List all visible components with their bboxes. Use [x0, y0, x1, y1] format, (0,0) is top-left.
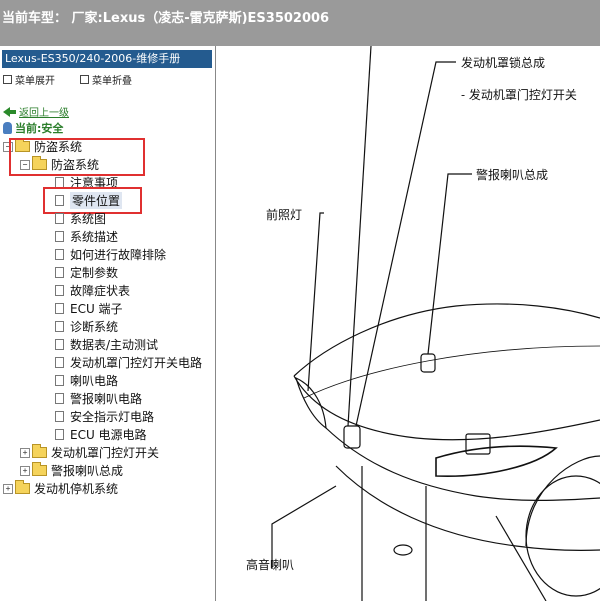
diagram-pane: 发动机罩锁总成 - 发动机罩门控灯开关 警报喇叭总成 前照灯 高音喇叭 — [216, 46, 600, 601]
parts-location-diagram — [271, 46, 600, 601]
tree-node-alarm-horn[interactable]: + 警报喇叭总成 — [20, 462, 123, 479]
hood-lock-leader — [347, 46, 372, 427]
label-headlight: 前照灯 — [266, 208, 303, 222]
document-icon — [55, 249, 64, 260]
tree-item-hood-switch-circuit[interactable]: 发动机罩门控灯开关电路 — [55, 354, 202, 371]
tree-item-label: 系统图 — [70, 212, 107, 226]
tree-item-label: 数据表/主动测试 — [70, 338, 159, 352]
tree-node-hood-switch[interactable]: + 发动机罩门控灯开关 — [20, 444, 159, 461]
right-headlight-shape — [435, 445, 558, 478]
expand-label: 菜单展开 — [15, 76, 55, 87]
tree-item-security-indicator[interactable]: 安全指示灯电路 — [55, 408, 154, 425]
tree-item-system-description[interactable]: 系统描述 — [55, 228, 118, 245]
tree-item-label: 定制参数 — [70, 266, 119, 280]
fog-lamp-shape — [393, 544, 413, 556]
document-icon — [55, 375, 64, 386]
document-icon — [55, 231, 64, 242]
back-label: 返回上一级 — [19, 108, 69, 119]
document-icon — [55, 321, 64, 332]
tree-item-system-diagram[interactable]: 系统图 — [55, 210, 106, 227]
alarm-horn-component — [420, 353, 436, 373]
manual-title: Lexus-ES350/240-2006-维修手册 — [2, 50, 212, 68]
tree-item-label: ECU 电源电路 — [70, 428, 147, 442]
expand-toggle-icon[interactable]: + — [20, 465, 30, 476]
vertical-leader-3 — [495, 515, 547, 601]
tree-item-data-list[interactable]: 数据表/主动测试 — [55, 336, 158, 353]
folder-icon — [32, 462, 47, 476]
current-location: 当前:安全 — [3, 120, 63, 136]
tree-node-label: 警报喇叭总成 — [51, 464, 124, 478]
label-high-horn: 高音喇叭 — [246, 558, 295, 572]
bumper-top-line — [325, 427, 600, 501]
document-icon — [55, 429, 64, 440]
collapse-label: 菜单折叠 — [92, 76, 132, 87]
hood-edge-line — [293, 303, 600, 377]
tree-item-label: 如何进行故障排除 — [70, 248, 167, 262]
tree-item-ecu-terminals[interactable]: ECU 端子 — [55, 300, 123, 317]
expand-toggle-icon[interactable]: + — [20, 447, 30, 458]
document-icon — [55, 213, 64, 224]
sidebar: Lexus-ES350/240-2006-维修手册 菜单展开 菜单折叠 返回上一… — [0, 46, 216, 601]
tree-item-label: 喇叭电路 — [70, 374, 119, 388]
document-icon — [55, 339, 64, 350]
collapse-icon — [80, 75, 89, 84]
hood-switch-leader — [355, 61, 456, 427]
collapse-menu-button[interactable]: 菜单折叠 — [80, 72, 132, 87]
tree-item-symptom-table[interactable]: 故障症状表 — [55, 282, 130, 299]
document-icon — [55, 267, 64, 278]
hood-front-line — [293, 375, 600, 441]
current-label: 当前:安全 — [15, 122, 64, 135]
label-alarm-horn: 警报喇叭总成 — [476, 168, 549, 182]
expand-icon — [3, 75, 12, 84]
highlight-box-system — [9, 138, 145, 176]
document-icon — [55, 285, 64, 296]
back-arrow-icon — [3, 106, 16, 117]
document-icon — [55, 357, 64, 368]
tree-item-label: 系统描述 — [70, 230, 119, 244]
tree-item-label: 发动机罩门控灯开关电路 — [70, 356, 203, 370]
location-pin-icon — [3, 122, 12, 134]
tree-node-label: 发动机罩门控灯开关 — [51, 446, 160, 460]
window-title: 当前车型： 厂家:Lexus（凌志-雷克萨斯)ES3502006 — [2, 11, 330, 26]
tree-item-troubleshooting[interactable]: 如何进行故障排除 — [55, 246, 166, 263]
headlight-leader — [307, 212, 324, 392]
tree-node-immobiliser[interactable]: + 发动机停机系统 — [3, 480, 118, 497]
tree-item-customize-params[interactable]: 定制参数 — [55, 264, 118, 281]
hood-crease-line — [303, 345, 600, 399]
expand-menu-button[interactable]: 菜单展开 — [3, 72, 55, 87]
front-wheel-shape — [525, 475, 600, 597]
wheel-arch-line — [525, 455, 600, 547]
tree-item-alarm-horn-circuit[interactable]: 警报喇叭电路 — [55, 390, 142, 407]
tree-item-label: 故障症状表 — [70, 284, 131, 298]
tree-item-diagnosis-system[interactable]: 诊断系统 — [55, 318, 118, 335]
alarm-horn-leader — [427, 173, 472, 355]
label-hood-lock: 发动机罩锁总成 — [461, 56, 546, 70]
tree-item-label: ECU 端子 — [70, 302, 123, 316]
tree-item-horn-circuit[interactable]: 喇叭电路 — [55, 372, 118, 389]
tree-item-label: 安全指示灯电路 — [70, 410, 155, 424]
tree-item-label: 警报喇叭电路 — [70, 392, 143, 406]
folder-icon — [15, 480, 30, 494]
document-icon — [55, 303, 64, 314]
folder-icon — [32, 444, 47, 458]
tree-item-ecu-power[interactable]: ECU 电源电路 — [55, 426, 147, 443]
back-link[interactable]: 返回上一级 — [3, 104, 69, 119]
expand-toggle-icon[interactable]: + — [3, 483, 13, 494]
window-titlebar: 当前车型： 厂家:Lexus（凌志-雷克萨斯)ES3502006 — [0, 0, 600, 46]
tree-node-label: 发动机停机系统 — [34, 482, 119, 496]
document-icon — [55, 393, 64, 404]
tree-item-label: 诊断系统 — [70, 320, 119, 334]
document-icon — [55, 411, 64, 422]
label-hood-switch: - 发动机罩门控灯开关 — [461, 88, 577, 102]
